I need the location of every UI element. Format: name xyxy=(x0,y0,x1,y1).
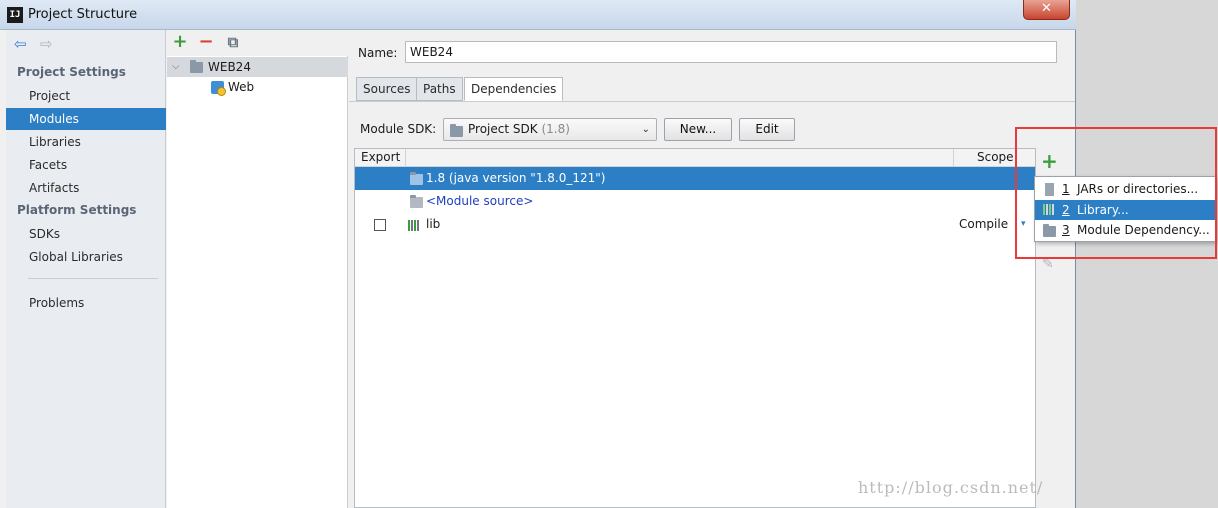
name-label: Name: xyxy=(358,46,398,60)
tab-divider xyxy=(349,101,1075,102)
module-folder-icon xyxy=(190,60,203,73)
nav-item-facets[interactable]: Facets xyxy=(6,154,166,176)
forward-arrow-icon[interactable]: ⇨ xyxy=(40,36,56,52)
tree-node-web[interactable]: Web xyxy=(167,77,348,97)
remove-module-icon[interactable]: − xyxy=(197,33,215,51)
tree-node-label: Web xyxy=(228,80,255,94)
table-row[interactable]: 1.8 (java version "1.8.0_121") xyxy=(355,167,1035,190)
dependency-label: <Module source> xyxy=(426,194,534,208)
sdk-folder-icon xyxy=(450,124,463,137)
sdk-select-version: (1.8) xyxy=(541,122,570,136)
expand-chevron-icon[interactable]: ⌵ xyxy=(172,57,180,77)
table-row[interactable]: lib Compile ▾ xyxy=(355,213,1035,236)
scope-column-header[interactable]: Scope xyxy=(977,149,1014,166)
nav-item-global-libraries[interactable]: Global Libraries xyxy=(6,246,166,268)
library-icon xyxy=(408,220,422,231)
nav-item-modules[interactable]: Modules xyxy=(6,108,166,130)
back-arrow-icon[interactable]: ⇦ xyxy=(14,36,30,52)
module-source-folder-icon xyxy=(410,195,423,208)
edit-sdk-button[interactable]: Edit xyxy=(739,118,795,141)
tree-node-label: WEB24 xyxy=(208,60,251,74)
module-details-panel: Name: WEB24 Sources Paths Dependencies M… xyxy=(349,30,1075,508)
table-header: Export Scope xyxy=(355,149,1035,167)
annotation-highlight-box xyxy=(1015,127,1217,259)
nav-item-sdks[interactable]: SDKs xyxy=(6,223,166,245)
module-name-input[interactable]: WEB24 xyxy=(405,41,1057,63)
tab-sources[interactable]: Sources xyxy=(356,77,418,101)
sdk-select-label: Project SDK xyxy=(468,122,538,136)
export-checkbox[interactable] xyxy=(374,219,386,231)
dependency-label: 1.8 (java version "1.8.0_121") xyxy=(426,171,606,185)
nav-divider xyxy=(28,278,158,279)
close-window-button[interactable]: ✕ xyxy=(1023,0,1070,20)
watermark-text: http://blog.csdn.net/ xyxy=(858,478,1044,497)
nav-history: ⇦ ⇨ xyxy=(12,36,72,54)
export-column-header[interactable]: Export xyxy=(361,149,400,166)
project-structure-window: IJ Project Structure ✕ ⇦ ⇨ Project Setti… xyxy=(0,0,1076,508)
module-sdk-label: Module SDK: xyxy=(360,122,437,136)
web-facet-icon xyxy=(211,81,226,96)
module-tree-panel: + − ⧉ ⌵ WEB24 Web xyxy=(167,30,348,508)
intellij-logo-icon: IJ xyxy=(7,7,23,23)
column-divider xyxy=(405,149,406,167)
window-title: Project Structure xyxy=(28,7,138,22)
tab-dependencies[interactable]: Dependencies xyxy=(464,77,564,101)
dependency-label: lib xyxy=(426,217,441,231)
settings-nav: ⇦ ⇨ Project Settings Project Modules Lib… xyxy=(6,30,166,508)
dependencies-table: Export Scope 1.8 (java version "1.8.0_12… xyxy=(354,148,1036,508)
copy-module-icon[interactable]: ⧉ xyxy=(224,33,242,51)
column-divider xyxy=(953,149,954,167)
jdk-folder-icon xyxy=(410,172,423,185)
scope-value[interactable]: Compile xyxy=(959,213,1008,236)
table-row[interactable]: <Module source> xyxy=(355,190,1035,213)
chevron-down-icon: ⌄ xyxy=(641,124,650,135)
tab-paths[interactable]: Paths xyxy=(416,77,463,101)
add-module-icon[interactable]: + xyxy=(171,33,189,51)
tree-node-web24[interactable]: ⌵ WEB24 xyxy=(167,57,348,77)
nav-item-artifacts[interactable]: Artifacts xyxy=(6,177,166,199)
nav-item-libraries[interactable]: Libraries xyxy=(6,131,166,153)
platform-settings-heading: Platform Settings xyxy=(17,203,137,217)
tree-toolbar: + − ⧉ xyxy=(167,30,348,56)
title-bar: IJ Project Structure ✕ xyxy=(0,0,1076,30)
project-settings-heading: Project Settings xyxy=(17,65,126,79)
module-sdk-select[interactable]: Project SDK (1.8) ⌄ xyxy=(443,118,657,141)
new-sdk-button[interactable]: New... xyxy=(664,118,732,141)
nav-item-project[interactable]: Project xyxy=(6,85,166,107)
sdk-select-value: Project SDK (1.8) xyxy=(468,119,570,140)
nav-item-problems[interactable]: Problems xyxy=(6,292,166,314)
